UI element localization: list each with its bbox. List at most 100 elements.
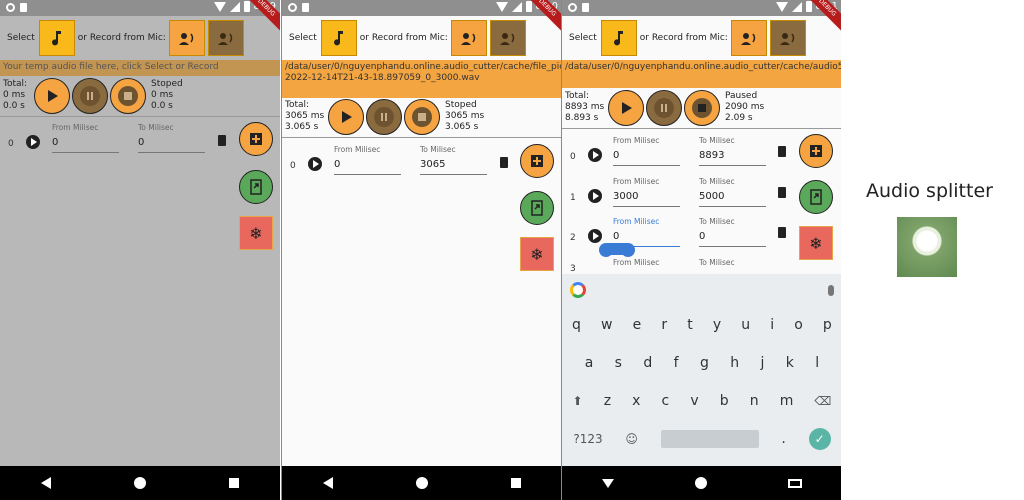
backspace-icon[interactable]: ⌫ — [814, 394, 831, 408]
stop-button[interactable] — [684, 90, 720, 126]
key[interactable]: p — [823, 317, 832, 333]
from-field[interactable]: From Milisec 3000 — [613, 177, 680, 207]
export-button[interactable] — [799, 180, 833, 214]
stop-record-button[interactable] — [489, 20, 526, 56]
hide-keyboard-icon[interactable] — [602, 478, 615, 488]
stop-button[interactable] — [110, 78, 146, 114]
symbols-key[interactable]: ?123 — [573, 432, 602, 446]
stop-record-button[interactable] — [207, 20, 244, 56]
shift-icon[interactable]: ⬆ — [573, 394, 583, 408]
delete-icon[interactable] — [218, 135, 226, 146]
select-file-button[interactable] — [600, 20, 637, 56]
segment-play-icon[interactable] — [588, 189, 602, 203]
keyboard-switch-icon[interactable] — [787, 478, 802, 488]
player-controls: Total: 0 ms 0.0 s Stoped 0 ms 0.0 s — [0, 77, 280, 117]
segment-play-icon[interactable] — [588, 148, 602, 162]
from-field[interactable]: From Milisec 0 — [52, 123, 119, 153]
key[interactable]: y — [713, 317, 721, 333]
delete-icon[interactable] — [778, 187, 786, 198]
key[interactable]: n — [750, 393, 759, 409]
wifi-icon — [775, 1, 788, 12]
to-field[interactable]: To Milisec 0 — [699, 217, 766, 247]
recents-icon[interactable] — [228, 478, 239, 488]
to-field[interactable]: To Milisec 0 — [138, 123, 205, 153]
key[interactable]: l — [815, 355, 819, 371]
snowflake-icon: ❄ — [809, 233, 823, 253]
key[interactable]: a — [585, 355, 594, 371]
key[interactable]: u — [741, 317, 750, 333]
key[interactable]: h — [730, 355, 739, 371]
recents-icon[interactable] — [510, 478, 521, 488]
play-button[interactable] — [608, 90, 644, 126]
back-icon[interactable] — [323, 477, 334, 489]
key[interactable]: m — [780, 393, 794, 409]
from-field[interactable]: From Milisec 0 — [613, 136, 680, 166]
from-field[interactable]: From Milisec 0 — [334, 145, 401, 175]
from-label: From Milisec — [613, 136, 660, 145]
record-mic-button[interactable] — [730, 20, 767, 56]
key[interactable]: k — [786, 355, 794, 371]
delete-icon[interactable] — [500, 157, 508, 168]
key[interactable]: d — [643, 355, 652, 371]
add-segment-button[interactable] — [520, 144, 554, 178]
key[interactable]: v — [690, 393, 698, 409]
back-icon[interactable] — [41, 477, 52, 489]
period-key[interactable]: . — [781, 431, 785, 447]
enter-check-icon[interactable]: ✓ — [808, 428, 831, 450]
key[interactable]: c — [662, 393, 670, 409]
clear-button[interactable]: ❄ — [239, 216, 273, 250]
key[interactable]: z — [604, 393, 611, 409]
pause-button[interactable] — [72, 78, 108, 114]
key[interactable]: q — [572, 317, 581, 333]
segment-play-icon[interactable] — [308, 157, 322, 171]
export-button[interactable] — [239, 170, 273, 204]
emoji-icon[interactable]: ☺ — [625, 432, 638, 446]
pause-button[interactable] — [366, 99, 402, 135]
key[interactable]: b — [720, 393, 729, 409]
play-button[interactable] — [34, 78, 70, 114]
select-file-button[interactable] — [38, 20, 75, 56]
snowflake-icon: ❄ — [249, 223, 263, 243]
key[interactable]: t — [687, 317, 693, 333]
mic-icon[interactable] — [828, 284, 834, 296]
to-field[interactable]: To Milisec 5000 — [699, 177, 766, 207]
to-field[interactable]: To Milisec 3065 — [420, 145, 487, 175]
key[interactable]: i — [770, 317, 774, 333]
add-segment-button[interactable] — [239, 122, 273, 156]
from-field[interactable]: From Milisec — [613, 258, 680, 274]
home-icon[interactable] — [694, 477, 707, 489]
pause-button[interactable] — [646, 90, 682, 126]
play-button[interactable] — [328, 99, 364, 135]
key[interactable]: g — [700, 355, 709, 371]
delete-icon[interactable] — [778, 227, 786, 238]
key[interactable]: o — [794, 317, 803, 333]
add-segment-button[interactable] — [799, 134, 833, 168]
home-icon[interactable] — [415, 477, 428, 489]
key[interactable]: s — [615, 355, 622, 371]
segment-play-icon[interactable] — [26, 135, 40, 149]
select-file-button[interactable] — [320, 20, 357, 56]
key[interactable]: r — [661, 317, 667, 333]
to-field[interactable]: To Milisec — [699, 258, 766, 274]
stop-button[interactable] — [404, 99, 440, 135]
key[interactable]: e — [633, 317, 642, 333]
clear-button[interactable]: ❄ — [520, 237, 554, 271]
delete-icon[interactable] — [778, 146, 786, 157]
space-bar[interactable] — [660, 430, 759, 448]
clear-button[interactable]: ❄ — [799, 226, 833, 260]
segment-row: 0 From Milisec 0 To Milisec 8893 — [562, 134, 797, 174]
key[interactable]: x — [632, 393, 640, 409]
key[interactable]: w — [601, 317, 612, 333]
stop-record-button[interactable] — [769, 20, 806, 56]
record-mic-button[interactable] — [168, 20, 205, 56]
key[interactable]: f — [674, 355, 679, 371]
record-mic-button[interactable] — [450, 20, 487, 56]
google-icon[interactable] — [570, 282, 586, 298]
export-button[interactable] — [520, 191, 554, 225]
to-field[interactable]: To Milisec 8893 — [699, 136, 766, 166]
key[interactable]: j — [761, 355, 765, 371]
player-controls: Total: 3065 ms 3.065 s Stoped 3065 ms 3.065 … — [282, 98, 561, 138]
segment-play-icon[interactable] — [588, 229, 602, 243]
battery-icon — [243, 1, 250, 12]
home-icon[interactable] — [133, 477, 146, 489]
